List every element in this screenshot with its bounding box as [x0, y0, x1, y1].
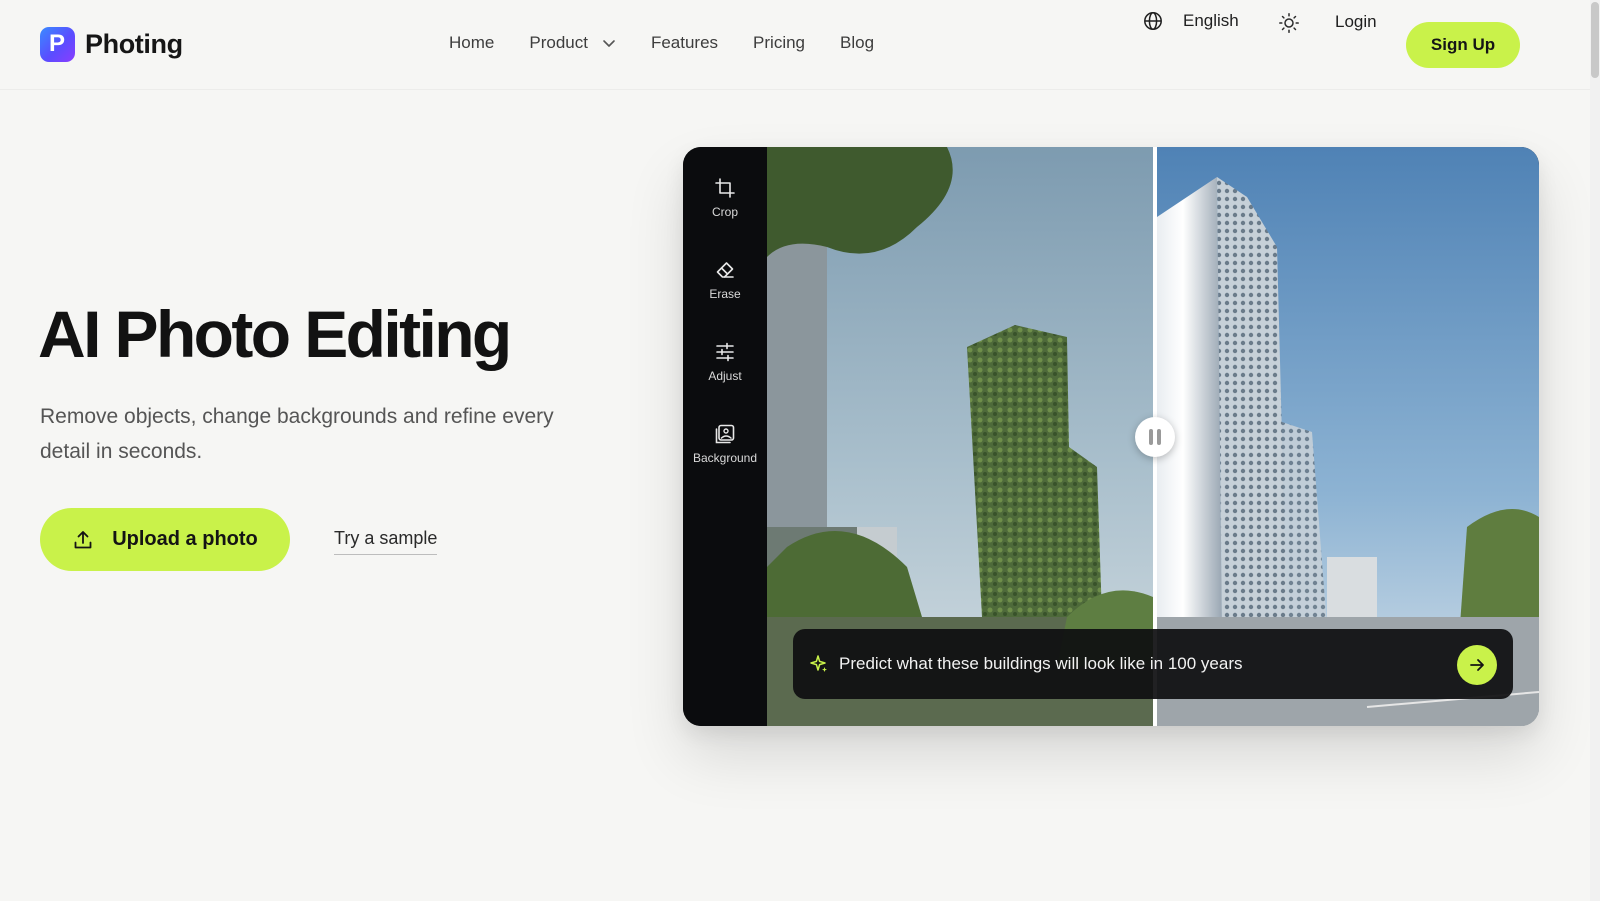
brand-logo[interactable]: P Photing: [40, 27, 183, 62]
login-link[interactable]: Login: [1335, 12, 1377, 32]
chevron-down-icon: [603, 40, 615, 47]
site-header: P Photing Home Product Features Pricing …: [0, 0, 1590, 90]
crop-icon: [715, 178, 735, 198]
image-icon: [715, 424, 735, 444]
sliders-icon: [716, 342, 734, 362]
send-prompt-button[interactable]: [1457, 645, 1497, 685]
signup-button[interactable]: Sign Up: [1406, 22, 1520, 68]
sun-icon[interactable]: [1278, 12, 1300, 34]
nav-features[interactable]: Features: [651, 33, 718, 53]
compare-handle[interactable]: [1135, 417, 1175, 457]
language-selector[interactable]: English: [1143, 11, 1239, 31]
scrollbar-thumb[interactable]: [1591, 2, 1599, 78]
nav-product[interactable]: Product: [529, 33, 616, 53]
editor-toolbar: Crop Erase Adjust Background: [683, 147, 767, 726]
brand-name: Photing: [85, 29, 183, 59]
photing-logo-icon: P: [40, 27, 75, 62]
main-nav: Home Product Features Pricing Blog: [449, 33, 909, 53]
tool-erase[interactable]: Erase: [683, 259, 767, 301]
globe-icon: [1144, 12, 1162, 30]
upload-icon: [74, 530, 92, 548]
nav-blog[interactable]: Blog: [840, 33, 874, 53]
upload-photo-button[interactable]: Upload a photo: [40, 508, 290, 571]
language-label: English: [1183, 11, 1239, 30]
tool-crop[interactable]: Crop: [683, 177, 767, 219]
ai-prompt-bar[interactable]: Predict what these buildings will look l…: [793, 629, 1513, 699]
nav-home[interactable]: Home: [449, 33, 494, 53]
ai-prompt-text: Predict what these buildings will look l…: [839, 654, 1243, 673]
eraser-icon: [716, 262, 734, 278]
arrow-right-icon: [1470, 659, 1484, 671]
hero-title: AI Photo Editing: [38, 297, 512, 371]
tool-background[interactable]: Background: [683, 423, 767, 465]
page-scrollbar[interactable]: [1590, 0, 1600, 901]
hero-subtitle: Remove objects, change backgrounds and r…: [40, 405, 554, 463]
tool-adjust[interactable]: Adjust: [683, 341, 767, 383]
nav-pricing[interactable]: Pricing: [753, 33, 805, 53]
try-sample-link[interactable]: Try a sample: [334, 528, 438, 555]
editor-preview: Crop Erase Adjust Background Predict wha…: [683, 147, 1539, 726]
sparkle-icon: [810, 655, 827, 672]
